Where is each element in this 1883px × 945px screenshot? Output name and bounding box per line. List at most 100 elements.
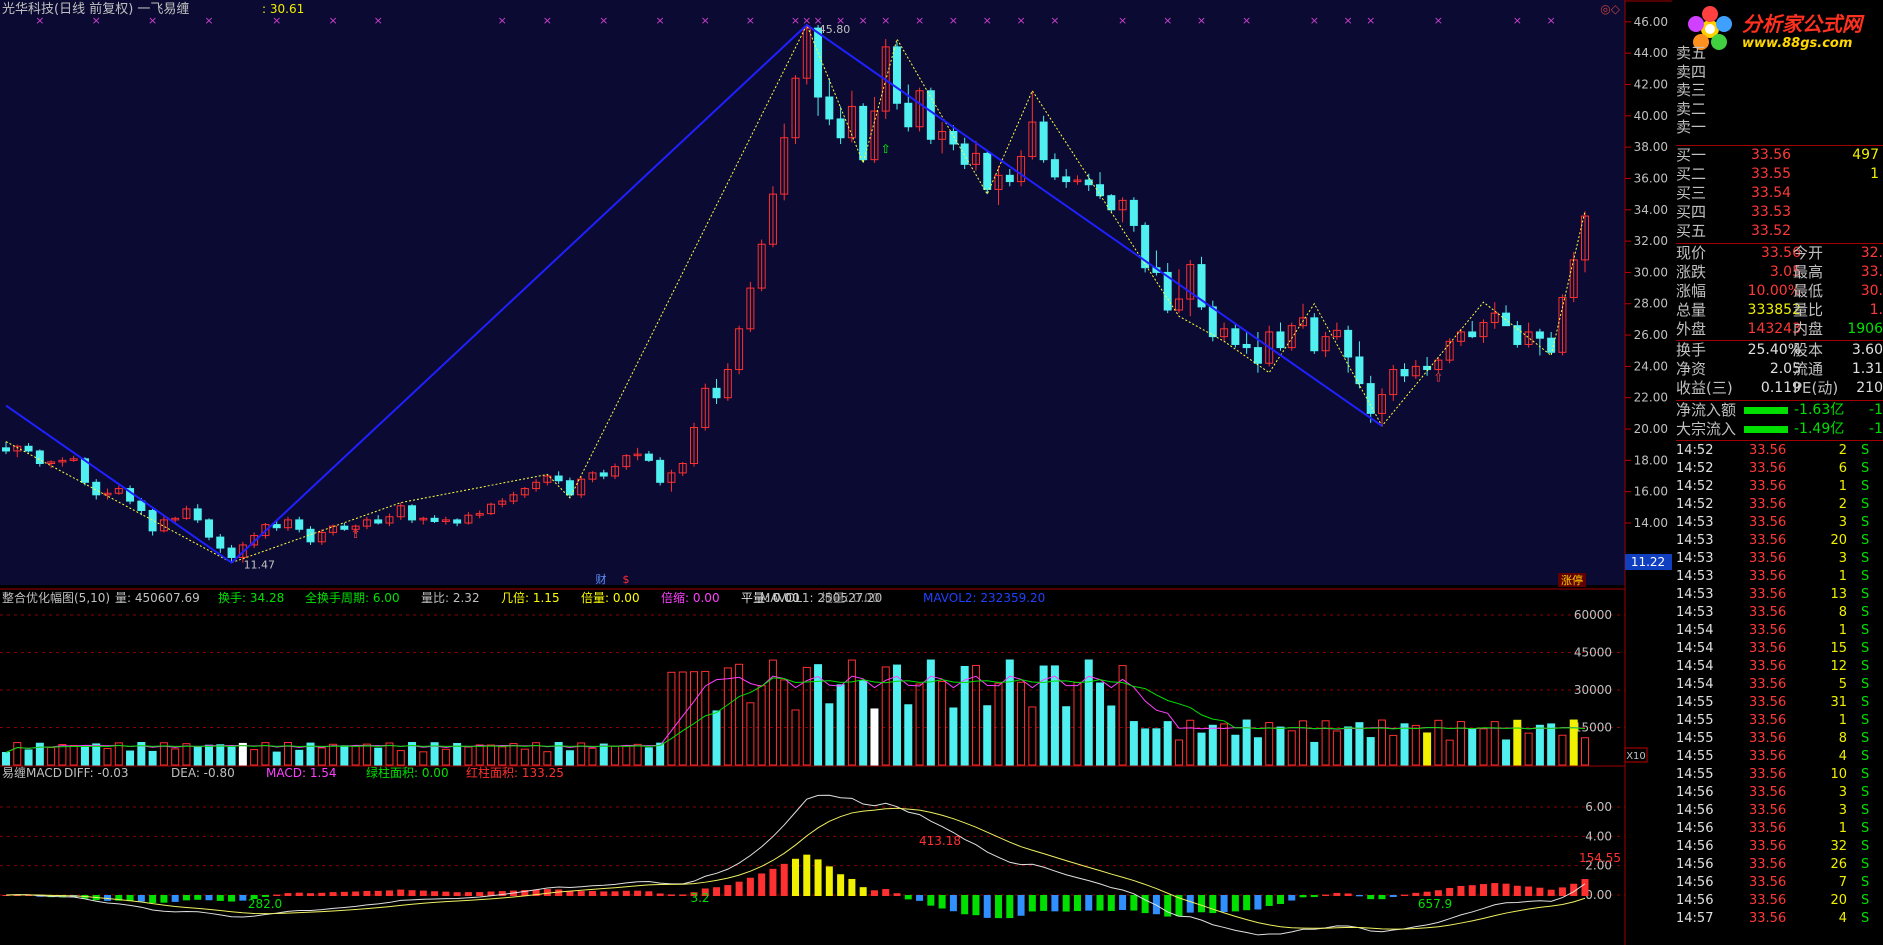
candle-body [35,450,44,464]
volume-bar [227,746,236,766]
tick-price: 33.56 [1749,551,1787,566]
candle-body [565,480,574,496]
macd-bar [442,891,450,896]
tick-price: 33.56 [1749,461,1787,476]
tick-time: 14:56 [1676,785,1714,800]
candle-body [836,118,845,139]
candle-body [2,447,10,452]
macd-area-label: 154.55 [1579,851,1621,865]
macd-bar [182,895,190,901]
tick-side: S [1861,605,1870,620]
candle-body [926,90,935,140]
quote-value2: 33. [1860,264,1883,280]
tick-volume: 20 [1830,533,1847,548]
volume-bar [1344,726,1353,766]
tick-side: S [1861,821,1870,836]
quote-key2: 最低 [1793,282,1824,300]
macd-bar [1344,893,1352,896]
tick-price: 33.56 [1749,875,1787,890]
tick-price: 33.56 [1749,569,1787,584]
top-x-marker: × [1366,14,1375,27]
chart-area[interactable]: 46.00 44.00 42.00 40.00 38.00 36.00 34.00 32.00… [0,0,1672,945]
tick-price: 33.56 [1749,749,1787,764]
macd-bar [476,892,484,896]
macd-stat: 红柱面积: 133.25 [466,765,564,780]
macd-bar [972,895,980,916]
macd-bar [1491,883,1499,896]
candle-body [1344,329,1353,358]
top-x-marker: × [859,14,868,27]
macd-bar [1276,895,1284,904]
tick-time: 14:53 [1676,605,1714,620]
tick-price: 33.56 [1749,587,1787,602]
macd-bar [1096,895,1104,911]
macd-bar [498,891,506,896]
stats-row: 换手 25.40% 股本 3.60 [1676,341,1883,360]
macd-bar [893,893,901,896]
quote-key: 涨跌 [1676,263,1707,281]
top-x-marker: × [656,14,665,27]
macd-bar [1322,894,1330,896]
macd-bar [735,881,743,896]
sell-label: 卖四 [1676,62,1707,81]
macd-bar [1401,894,1409,896]
macd-stat: DIFF: -0.03 [64,766,129,780]
macd-bar [949,895,957,912]
macd-bar [1017,895,1025,916]
tick-price: 33.56 [1749,497,1787,512]
tick-side: S [1861,533,1870,548]
tick-row: 14:56 33.56 20 S [1676,892,1883,910]
top-x-marker: × [1016,14,1025,27]
macd-bar [1220,895,1228,913]
macd-bar [431,891,439,896]
macd-bar [1378,895,1386,900]
macd-bar [600,891,608,896]
volume-bar [565,750,574,766]
macd-tick-label: 0.00 [1585,888,1612,902]
flow-value2: -1 [1869,421,1883,437]
tick-price: 33.56 [1749,839,1787,854]
y-tick-label: 36.00 [1634,171,1668,185]
macd-bar [927,895,935,906]
top-x-marker: × [1547,14,1556,27]
top-x-marker: × [1310,14,1319,27]
vol-stat: 换手: 34.28 [218,591,284,605]
vol-title: 整合优化幅图(5,10) [2,590,110,605]
tick-volume: 5 [1838,677,1847,692]
candle-body [430,517,439,522]
volume-bar [983,705,992,766]
top-x-marker: × [1163,14,1172,27]
volume-bar [1423,732,1432,766]
tick-side: S [1861,479,1870,494]
volume-bar [712,710,721,766]
volume-bar [80,745,89,766]
y-tick-label: 28.00 [1634,297,1668,311]
tick-price: 33.56 [1749,479,1787,494]
candle-body [227,547,236,558]
flow-bar [1744,407,1788,414]
tick-row: 14:55 33.56 4 S [1676,748,1883,766]
quote-key: 总量 [1676,301,1707,319]
candle-body [1535,331,1544,339]
volume-bar [893,664,902,766]
tick-side: S [1861,461,1870,476]
tick-row: 14:52 33.56 2 S [1676,496,1883,514]
sell-label: 卖五 [1676,44,1707,62]
stats-value2: 210 [1856,380,1883,396]
tick-row: 14:52 33.56 1 S [1676,478,1883,496]
macd-bar [679,894,687,896]
macd-bar [656,893,664,896]
tick-side: S [1861,893,1870,908]
top-x-marker: × [701,14,710,27]
macd-bar [1468,885,1476,896]
tick-volume: 13 [1830,587,1847,602]
tick-side: S [1861,695,1870,710]
y-tick-label: 42.00 [1634,77,1668,91]
candle-body [949,130,958,145]
macd-bar [408,890,416,896]
tick-price: 33.56 [1749,713,1787,728]
candle-body [656,459,665,483]
volume-bar [1231,734,1240,766]
macd-bar [904,895,912,900]
candle-body [374,519,383,524]
